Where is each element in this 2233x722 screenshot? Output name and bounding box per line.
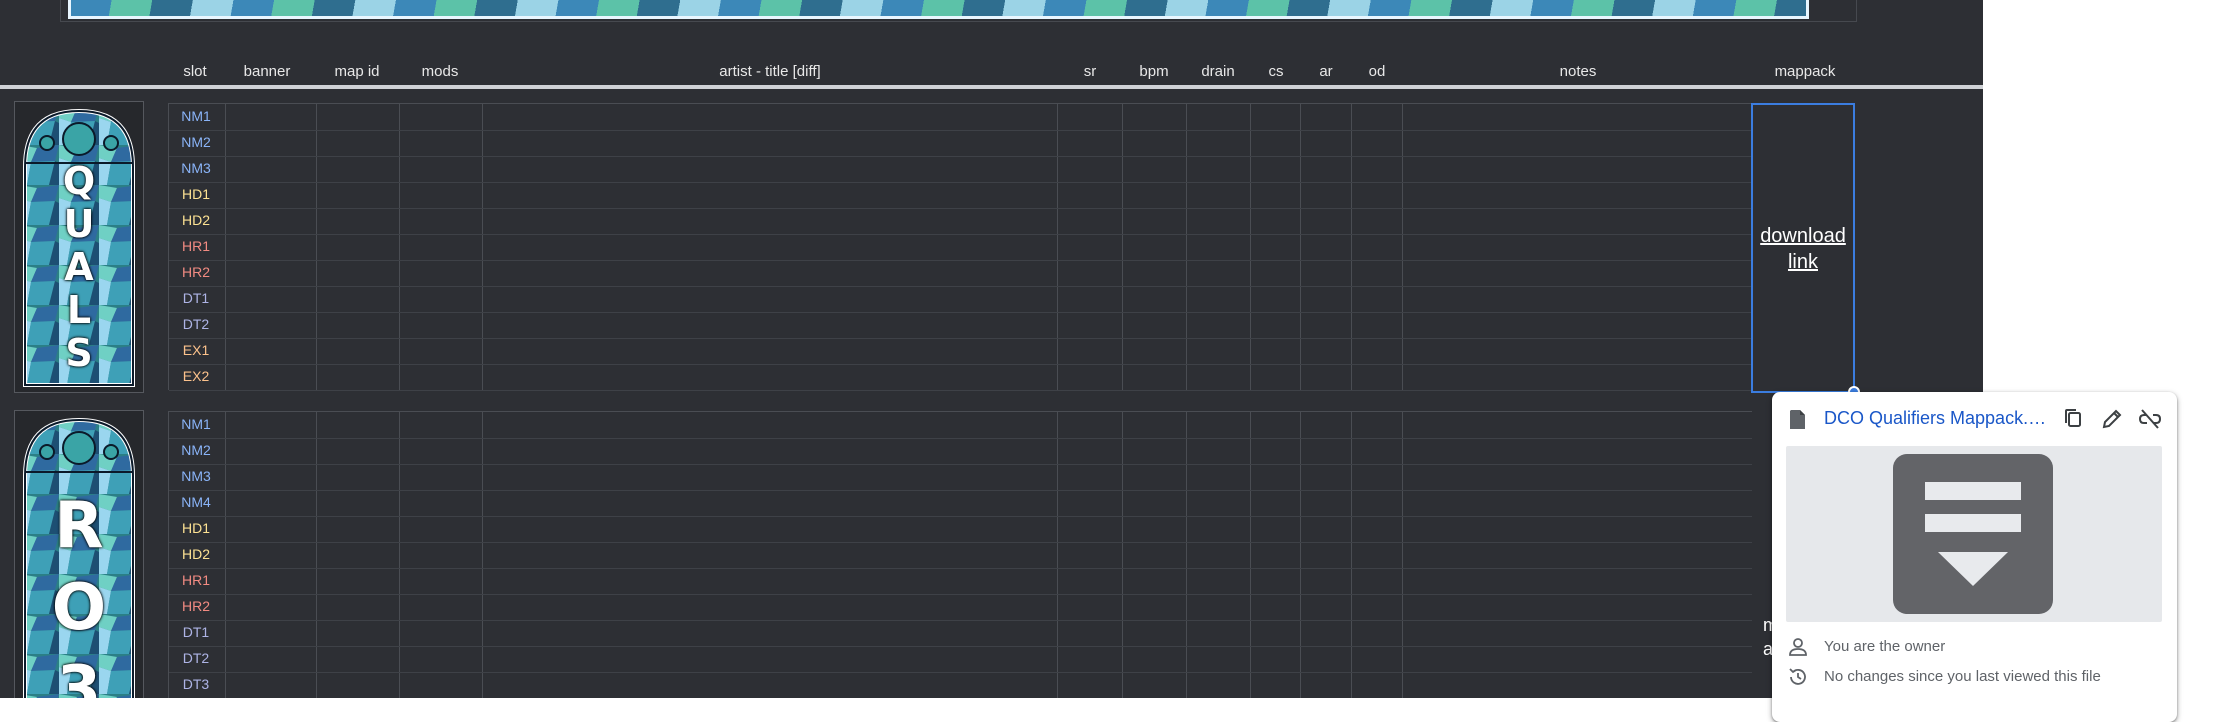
- header-ar: ar: [1319, 63, 1333, 80]
- slot-label: HD2: [181, 212, 210, 228]
- table-row[interactable]: [169, 464, 1752, 491]
- frozen-row-divider: [0, 85, 1983, 89]
- slot-label: HD1: [181, 186, 210, 202]
- table-row[interactable]: [169, 672, 1752, 698]
- changes-text: No changes since you last viewed this fi…: [1824, 668, 2101, 685]
- table-row[interactable]: [169, 542, 1752, 569]
- slot-label: NM1: [181, 416, 211, 432]
- table-row[interactable]: [169, 364, 1752, 391]
- file-preview[interactable]: [1786, 446, 2162, 622]
- slot-label: HR1: [181, 238, 210, 254]
- table-row[interactable]: [169, 286, 1752, 313]
- table-row[interactable]: [169, 338, 1752, 365]
- slot-label: HR1: [181, 572, 210, 588]
- slot-label: NM4: [181, 494, 211, 510]
- ro32-map-grid[interactable]: [168, 411, 1752, 698]
- download-icon: [1893, 454, 2053, 614]
- slot-label: NM3: [181, 160, 211, 176]
- table-row[interactable]: [169, 312, 1752, 339]
- ro32-badge-cell[interactable]: R O 3: [14, 410, 144, 698]
- edit-link-icon[interactable]: [2099, 406, 2125, 432]
- table-row[interactable]: [169, 260, 1752, 287]
- table-row[interactable]: [169, 620, 1752, 647]
- header-banner: banner: [243, 63, 291, 80]
- header-drain: drain: [1201, 63, 1235, 80]
- slot-label: NM3: [181, 468, 211, 484]
- slot-label: EX1: [182, 342, 210, 358]
- slot-label: DT2: [182, 316, 210, 332]
- table-row[interactable]: [169, 234, 1752, 261]
- header-artist-title: artist - title [diff]: [719, 63, 821, 80]
- header-slot: slot: [183, 63, 207, 80]
- slot-label: HD2: [181, 546, 210, 562]
- slot-label: NM1: [181, 108, 211, 124]
- header-od: od: [1368, 63, 1386, 80]
- remove-link-icon[interactable]: [2137, 406, 2163, 432]
- mappack-cell[interactable]: download link: [1751, 103, 1855, 393]
- table-row[interactable]: [169, 130, 1752, 157]
- header-mappack: mappack: [1774, 63, 1836, 80]
- table-row[interactable]: [169, 208, 1752, 235]
- download-link[interactable]: download link: [1753, 223, 1853, 275]
- slot-label: HR2: [181, 598, 210, 614]
- history-icon: [1789, 668, 1806, 685]
- slot-label: DT1: [182, 290, 210, 306]
- table-row[interactable]: [169, 646, 1752, 673]
- table-row[interactable]: [169, 104, 1752, 131]
- file-icon: [1790, 410, 1805, 429]
- header-mods: mods: [421, 63, 459, 80]
- table-row[interactable]: [169, 516, 1752, 543]
- quals-map-grid[interactable]: [168, 103, 1752, 391]
- table-row[interactable]: [169, 490, 1752, 517]
- copy-link-icon[interactable]: [2061, 406, 2087, 432]
- header-bpm: bpm: [1139, 63, 1169, 80]
- header-map-id: map id: [334, 63, 380, 80]
- quals-badge-cell[interactable]: Q U A L S: [14, 101, 144, 393]
- slot-label: DT1: [182, 624, 210, 640]
- badge-letters: R O 3: [51, 489, 107, 698]
- title-banner-image: [68, 0, 1809, 19]
- table-row[interactable]: [169, 412, 1752, 439]
- slot-label: NM2: [181, 134, 211, 150]
- slot-label: NM2: [181, 442, 211, 458]
- header-notes: notes: [1559, 63, 1597, 80]
- link-preview-popup: DCO Qualifiers Mappack.zip You are the o…: [1772, 392, 2177, 722]
- person-icon: [1789, 638, 1807, 656]
- slot-label: EX2: [182, 368, 210, 384]
- slot-label: HD1: [181, 520, 210, 536]
- badge-letters: Q U A L S: [62, 159, 96, 375]
- spreadsheet[interactable]: slot banner map id mods artist - title […: [0, 0, 1983, 698]
- slot-label: HR2: [181, 264, 210, 280]
- table-row[interactable]: [169, 568, 1752, 595]
- header-sr: sr: [1083, 63, 1097, 80]
- slot-label: DT2: [182, 650, 210, 666]
- linked-file-name[interactable]: DCO Qualifiers Mappack.zip: [1824, 408, 2049, 429]
- owner-text: You are the owner: [1824, 638, 1946, 655]
- slot-label: DT3: [182, 676, 210, 692]
- table-row[interactable]: [169, 182, 1752, 209]
- table-row[interactable]: [169, 594, 1752, 621]
- header-cs: cs: [1268, 63, 1284, 80]
- table-row[interactable]: [169, 156, 1752, 183]
- table-row[interactable]: [169, 438, 1752, 465]
